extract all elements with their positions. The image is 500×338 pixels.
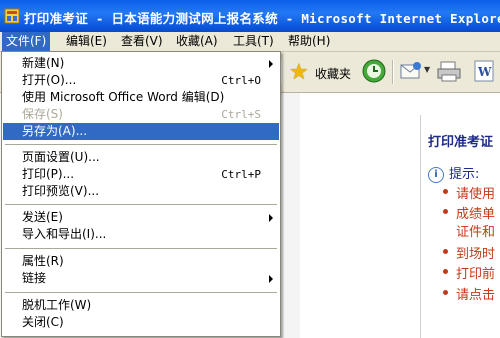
mail-dropdown-arrow-icon[interactable]: ▼ (424, 65, 430, 74)
submenu-arrow-icon (269, 214, 273, 222)
menu-item-send[interactable]: 发送(E) (3, 209, 279, 226)
shortcut-label: Ctrl+S (221, 108, 261, 121)
menu-item-open[interactable]: 打开(O)... Ctrl+O (3, 72, 279, 89)
notice-item: 证件和 (456, 225, 496, 240)
favorites-label: 收藏夹 (315, 67, 352, 81)
notice-item: 请使用 (443, 183, 495, 202)
submenu-arrow-icon (269, 275, 273, 283)
favorites-button[interactable]: ★ 收藏夹 (286, 58, 358, 86)
word-edit-icon[interactable]: W (471, 58, 497, 84)
history-icon[interactable] (361, 58, 387, 84)
menu-file[interactable]: 文件(F) (2, 32, 51, 51)
menu-item-save-as[interactable]: 另存为(A)... (3, 123, 279, 140)
svg-text:W: W (477, 65, 492, 79)
menu-view[interactable]: 查看(V) (117, 32, 167, 51)
menu-item-links[interactable]: 链接 (3, 270, 279, 287)
page-heading: 打印准考证 (428, 135, 494, 150)
menu-item-import-export[interactable]: 导入和导出(I)... (3, 226, 279, 243)
notice-item: 成绩单 (443, 203, 495, 222)
notice-item: 到场时 (443, 243, 495, 262)
notice-item: 请点击 (443, 284, 495, 303)
file-menu-dropdown: 新建(N) 打开(O)... Ctrl+O 使用 Microsoft Offic… (1, 51, 281, 337)
notice-item: 打印前 (443, 263, 495, 282)
window-title: 打印准考证 - 日本语能力测试网上报名系统 - Microsoft Intern… (24, 11, 500, 26)
bullet-icon (443, 249, 448, 254)
bullet-icon (443, 189, 448, 194)
menu-tools[interactable]: 工具(T) (229, 32, 278, 51)
bullet-icon (443, 269, 448, 274)
bullet-icon (443, 209, 448, 214)
menu-favorites[interactable]: 收藏(A) (172, 32, 222, 51)
menu-item-properties[interactable]: 属性(R) (3, 253, 279, 270)
print-icon[interactable] (436, 58, 462, 84)
menu-item-work-offline[interactable]: 脱机工作(W) (3, 297, 279, 314)
toolbar-separator (392, 60, 394, 84)
hint-label: i 提示: (428, 163, 479, 183)
menu-separator (5, 292, 277, 293)
menu-separator (5, 144, 277, 145)
mail-icon[interactable] (398, 58, 424, 84)
ie-logo-icon (4, 8, 20, 24)
menu-item-print[interactable]: 打印(P)... Ctrl+P (3, 166, 279, 183)
shortcut-label: Ctrl+O (221, 74, 261, 87)
shortcut-label: Ctrl+P (221, 168, 261, 181)
submenu-arrow-icon (269, 60, 273, 68)
menu-help[interactable]: 帮助(H) (284, 32, 334, 51)
menu-separator (5, 204, 277, 205)
menu-separator (5, 248, 277, 249)
title-bar: 打印准考证 - 日本语能力测试网上报名系统 - Microsoft Intern… (0, 0, 500, 32)
content-divider (420, 115, 421, 338)
menu-item-close[interactable]: 关闭(C) (3, 314, 279, 331)
bullet-icon (443, 290, 448, 295)
menu-item-print-preview[interactable]: 打印预览(V)... (3, 183, 279, 200)
info-icon: i (428, 166, 444, 183)
star-icon: ★ (289, 60, 309, 85)
menu-edit[interactable]: 编辑(E) (62, 32, 111, 51)
menu-item-save[interactable]: 保存(S) Ctrl+S (3, 106, 279, 123)
menu-item-edit-with-word[interactable]: 使用 Microsoft Office Word 编辑(D) (3, 89, 279, 106)
menu-bar: 文件(F) 编辑(E) 查看(V) 收藏(A) 工具(T) 帮助(H) (0, 32, 500, 52)
menu-item-new[interactable]: 新建(N) (3, 55, 279, 72)
menu-item-page-setup[interactable]: 页面设置(U)... (3, 149, 279, 166)
